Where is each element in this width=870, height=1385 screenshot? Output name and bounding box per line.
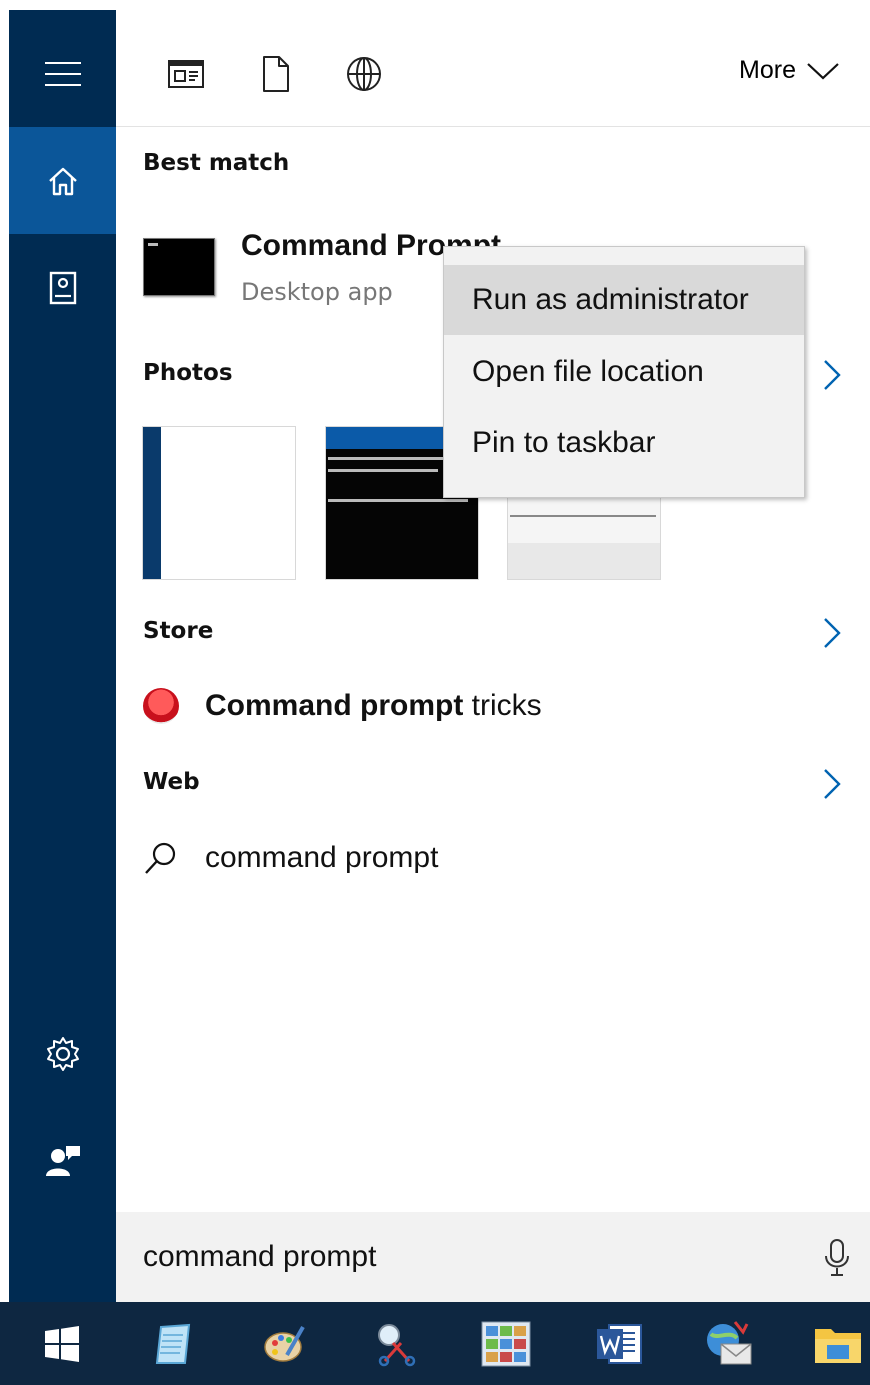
web-chevron-right-icon[interactable] xyxy=(820,767,844,801)
taskbar-paint[interactable] xyxy=(258,1318,310,1370)
context-menu: Run as administrator Open file location … xyxy=(443,246,805,498)
photo-thumbnail[interactable] xyxy=(142,426,296,580)
taskbar-photo-gallery[interactable] xyxy=(480,1318,532,1370)
home-icon xyxy=(48,167,77,195)
command-prompt-app-icon xyxy=(143,238,215,296)
store-app-icon xyxy=(143,688,179,724)
notebook-icon xyxy=(49,271,76,304)
menu-item-run-as-administrator[interactable]: Run as administrator xyxy=(444,265,804,335)
thumbnail-footer xyxy=(508,543,660,579)
web-filter-icon xyxy=(347,57,381,91)
taskbar-mail[interactable] xyxy=(702,1318,754,1370)
window-frame-top xyxy=(0,0,870,10)
apps-filter-icon xyxy=(168,60,204,88)
thumbnail-text-line xyxy=(328,457,448,460)
chevron-down-icon xyxy=(807,62,839,80)
thumbnail-text-line xyxy=(328,499,468,502)
taskbar-notepad[interactable] xyxy=(148,1318,200,1370)
hamburger-menu-icon xyxy=(44,61,81,86)
settings-button[interactable] xyxy=(9,1000,116,1107)
taskbar-file-explorer[interactable] xyxy=(812,1318,864,1370)
taskbar xyxy=(0,1302,870,1385)
web-heading: Web xyxy=(143,769,200,795)
store-result-rest: tricks xyxy=(463,689,542,722)
file-explorer-icon xyxy=(815,1329,861,1363)
web-filter-button[interactable] xyxy=(344,54,384,94)
store-heading: Store xyxy=(143,618,214,644)
taskbar-snipping-tool[interactable] xyxy=(368,1318,420,1370)
apps-filter-button[interactable] xyxy=(166,54,206,94)
paint-icon xyxy=(264,1326,305,1362)
window-frame-left xyxy=(0,0,9,1385)
word-icon xyxy=(597,1324,642,1364)
web-result[interactable]: command prompt xyxy=(143,840,438,876)
photo-gallery-icon xyxy=(481,1321,531,1367)
gear-icon xyxy=(46,1036,79,1071)
sidebar xyxy=(9,10,116,1302)
photos-chevron-right-icon[interactable] xyxy=(820,358,844,392)
hamburger-menu-button[interactable] xyxy=(9,20,116,127)
store-chevron-right-icon[interactable] xyxy=(820,616,844,650)
store-result-bold: Command prompt xyxy=(205,689,464,722)
photos-heading: Photos xyxy=(143,360,233,386)
thumbnail-text-line xyxy=(328,469,438,472)
best-match-app-type: Desktop app xyxy=(241,278,393,306)
home-button[interactable] xyxy=(9,127,116,234)
more-label: More xyxy=(739,56,796,84)
store-result[interactable]: Command prompt tricks xyxy=(143,688,542,724)
windows-start-icon xyxy=(45,1326,79,1362)
store-result-text: Command prompt tricks xyxy=(205,689,542,723)
menu-item-open-file-location[interactable]: Open file location xyxy=(444,337,804,407)
best-match-heading: Best match xyxy=(143,150,290,176)
search-input[interactable]: command prompt xyxy=(143,1240,376,1274)
notepad-icon xyxy=(155,1323,191,1364)
feedback-button[interactable] xyxy=(9,1107,116,1214)
thumbnail-text-line xyxy=(510,515,656,517)
documents-filter-icon xyxy=(263,56,289,92)
microphone-icon[interactable] xyxy=(822,1238,852,1278)
snipping-tool-icon xyxy=(378,1324,416,1367)
filter-toolbar: More xyxy=(116,10,870,127)
feedback-icon xyxy=(45,1145,80,1176)
thumbnail-sidebar-strip xyxy=(143,427,161,579)
documents-filter-button[interactable] xyxy=(256,54,296,94)
menu-item-pin-to-taskbar[interactable]: Pin to taskbar xyxy=(444,408,804,478)
search-box[interactable]: command prompt xyxy=(116,1212,870,1302)
taskbar-word[interactable] xyxy=(593,1318,645,1370)
notebook-button[interactable] xyxy=(9,234,116,341)
web-result-text: command prompt xyxy=(205,841,439,874)
start-button[interactable] xyxy=(36,1318,88,1370)
search-icon xyxy=(145,842,176,874)
search-results-panel: More Best match Command Prompt Desktop a… xyxy=(116,10,870,1302)
mail-icon xyxy=(707,1321,752,1365)
more-filters-button[interactable]: More xyxy=(739,56,840,85)
